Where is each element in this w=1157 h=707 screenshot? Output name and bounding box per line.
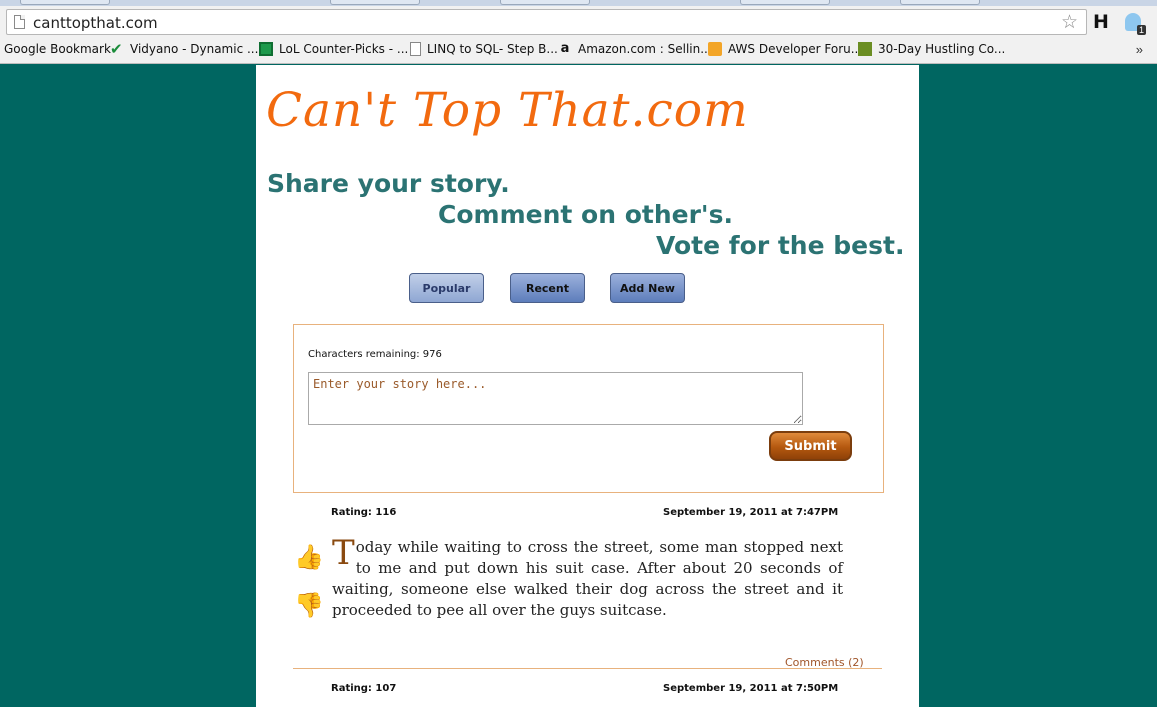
story-rating: Rating: 116	[331, 507, 397, 518]
submit-button[interactable]: Submit	[769, 431, 852, 461]
tagline-share: Share your story.	[267, 169, 510, 198]
url-text[interactable]: canttopthat.com	[33, 14, 158, 32]
extension-badge: 1	[1136, 25, 1146, 35]
story-divider	[293, 668, 882, 669]
bookmark-label: LoL Counter-Picks - ...	[279, 42, 409, 56]
story-dropcap: T	[332, 533, 355, 573]
bookmarks-overflow-button[interactable]: »	[1136, 42, 1143, 57]
bookmark-label: Amazon.com : Sellin...	[578, 42, 712, 56]
bookmark-star-icon[interactable]: ☆	[1061, 11, 1078, 34]
bookmark-label: Google Bookmark	[4, 42, 111, 56]
tagline-comment: Comment on other's.	[438, 200, 733, 229]
browser-tab[interactable]	[740, 0, 830, 5]
aws-cube-icon	[708, 42, 722, 56]
bookmark-30day[interactable]: 30-Day Hustling Co...	[858, 42, 1005, 56]
bookmark-linq[interactable]: LINQ to SQL- Step B...	[410, 42, 558, 56]
bookmark-label: LINQ to SQL- Step B...	[427, 42, 558, 56]
browser-tab[interactable]	[330, 0, 420, 5]
tagline-vote: Vote for the best.	[656, 231, 905, 260]
bookmark-label: Vidyano - Dynamic ...	[130, 42, 259, 56]
bookmark-amazon[interactable]: a Amazon.com : Sellin...	[558, 41, 712, 57]
bookmark-vidyano[interactable]: ✔ Vidyano - Dynamic ...	[110, 40, 259, 58]
site-logo[interactable]: Can't Top That.com	[266, 83, 749, 138]
intv-icon	[858, 42, 872, 56]
story-rating: Rating: 107	[331, 683, 397, 694]
recent-button[interactable]: Recent	[510, 273, 585, 303]
address-bar[interactable]: canttopthat.com ☆	[6, 9, 1087, 35]
thumbs-up-icon[interactable]: 👍	[294, 543, 324, 571]
amazon-icon: a	[560, 41, 570, 56]
spreadsheet-icon	[259, 42, 273, 56]
story-text: Today while waiting to cross the street,…	[332, 533, 843, 621]
bookmark-google[interactable]: Google Bookmark	[4, 42, 111, 56]
page-container: Can't Top That.com Share your story. Com…	[256, 65, 919, 707]
bookmark-label: AWS Developer Foru...	[728, 42, 863, 56]
browser-toolbar: canttopthat.com ☆ H 1	[0, 6, 1157, 39]
characters-remaining: Characters remaining: 976	[308, 349, 442, 360]
page-icon	[410, 42, 421, 56]
story-date: September 19, 2011 at 7:47PM	[663, 507, 839, 518]
vidyano-check-icon: ✔	[110, 40, 123, 58]
bookmark-lol[interactable]: LoL Counter-Picks - ...	[259, 42, 408, 56]
browser-tab[interactable]	[900, 0, 980, 5]
bookmark-label: 30-Day Hustling Co...	[878, 42, 1006, 56]
story-date: September 19, 2011 at 7:50PM	[663, 683, 839, 694]
bookmarks-bar: Google Bookmark ✔ Vidyano - Dynamic ... …	[0, 39, 1157, 64]
story-body: oday while waiting to cross the street, …	[332, 538, 843, 619]
ghostery-icon[interactable]: 1	[1125, 13, 1146, 35]
story-input[interactable]	[308, 372, 803, 425]
page-icon	[14, 15, 25, 29]
browser-tab[interactable]	[20, 0, 110, 5]
popular-button[interactable]: Popular	[409, 273, 484, 303]
new-story-form: Characters remaining: 976 Submit	[293, 324, 884, 493]
browser-tab[interactable]	[500, 0, 590, 5]
add-new-button[interactable]: Add New	[610, 273, 685, 303]
thumbs-down-icon[interactable]: 👍	[294, 591, 324, 619]
extension-h-icon[interactable]: H	[1093, 11, 1109, 33]
bookmark-aws[interactable]: AWS Developer Foru...	[708, 42, 862, 56]
